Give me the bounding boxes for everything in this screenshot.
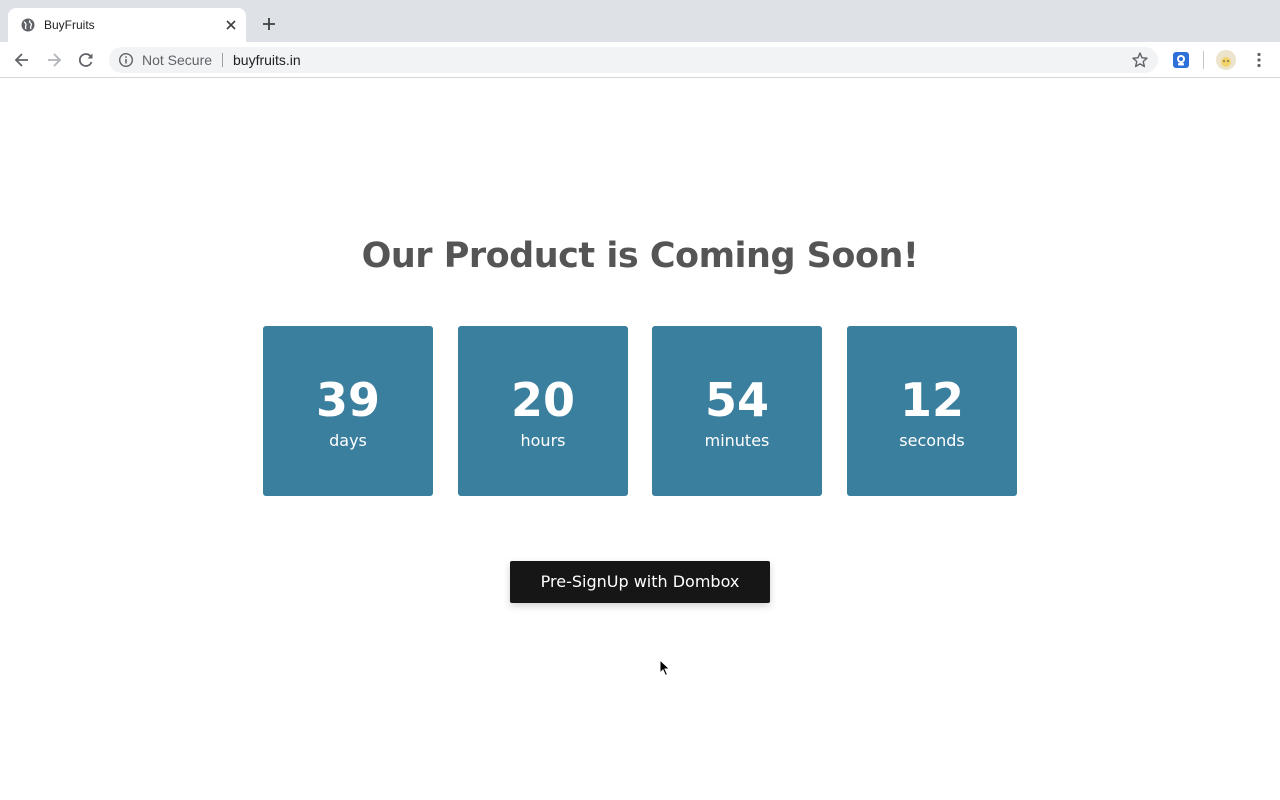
avatar[interactable] [1216,50,1236,70]
countdown-hours: 20 hours [458,326,628,496]
toolbar-divider [1203,51,1204,69]
reload-icon[interactable] [76,50,96,70]
address-bar[interactable]: Not Secure buyfruits.in [109,47,1158,73]
countdown-value: 12 [899,373,964,427]
forward-icon[interactable] [44,50,64,70]
security-label[interactable]: Not Secure [142,52,212,68]
countdown-unit: hours [520,431,566,450]
countdown-value: 20 [510,373,575,427]
countdown-unit: seconds [899,431,965,450]
countdown-seconds: 12 seconds [847,326,1017,496]
omnibox-divider [222,53,223,67]
countdown-value: 39 [315,373,380,427]
page-title: Our Product is Coming Soon! [361,236,919,276]
back-icon[interactable] [12,50,32,70]
url-text[interactable]: buyfruits.in [233,52,301,68]
mouse-cursor-icon [659,659,671,677]
tab-title: BuyFruits [44,18,95,32]
countdown-unit: minutes [704,431,770,450]
plus-icon[interactable] [260,15,278,33]
close-icon[interactable] [223,17,239,33]
globe-icon [21,18,35,32]
browser-tab[interactable]: BuyFruits [8,8,246,42]
pre-signup-button[interactable]: Pre-SignUp with Dombox [510,561,770,603]
countdown-minutes: 54 minutes [652,326,822,496]
star-icon[interactable] [1131,51,1149,69]
countdown-value: 54 [704,373,769,427]
info-icon[interactable] [118,52,134,68]
extension-icon[interactable] [1172,51,1190,69]
countdown-days: 39 days [263,326,433,496]
browser-toolbar: Not Secure buyfruits.in [0,42,1280,78]
menu-icon[interactable] [1250,51,1268,69]
countdown-unit: days [329,431,367,450]
tab-strip: BuyFruits [0,0,1280,42]
avatar-icon [1216,50,1236,70]
